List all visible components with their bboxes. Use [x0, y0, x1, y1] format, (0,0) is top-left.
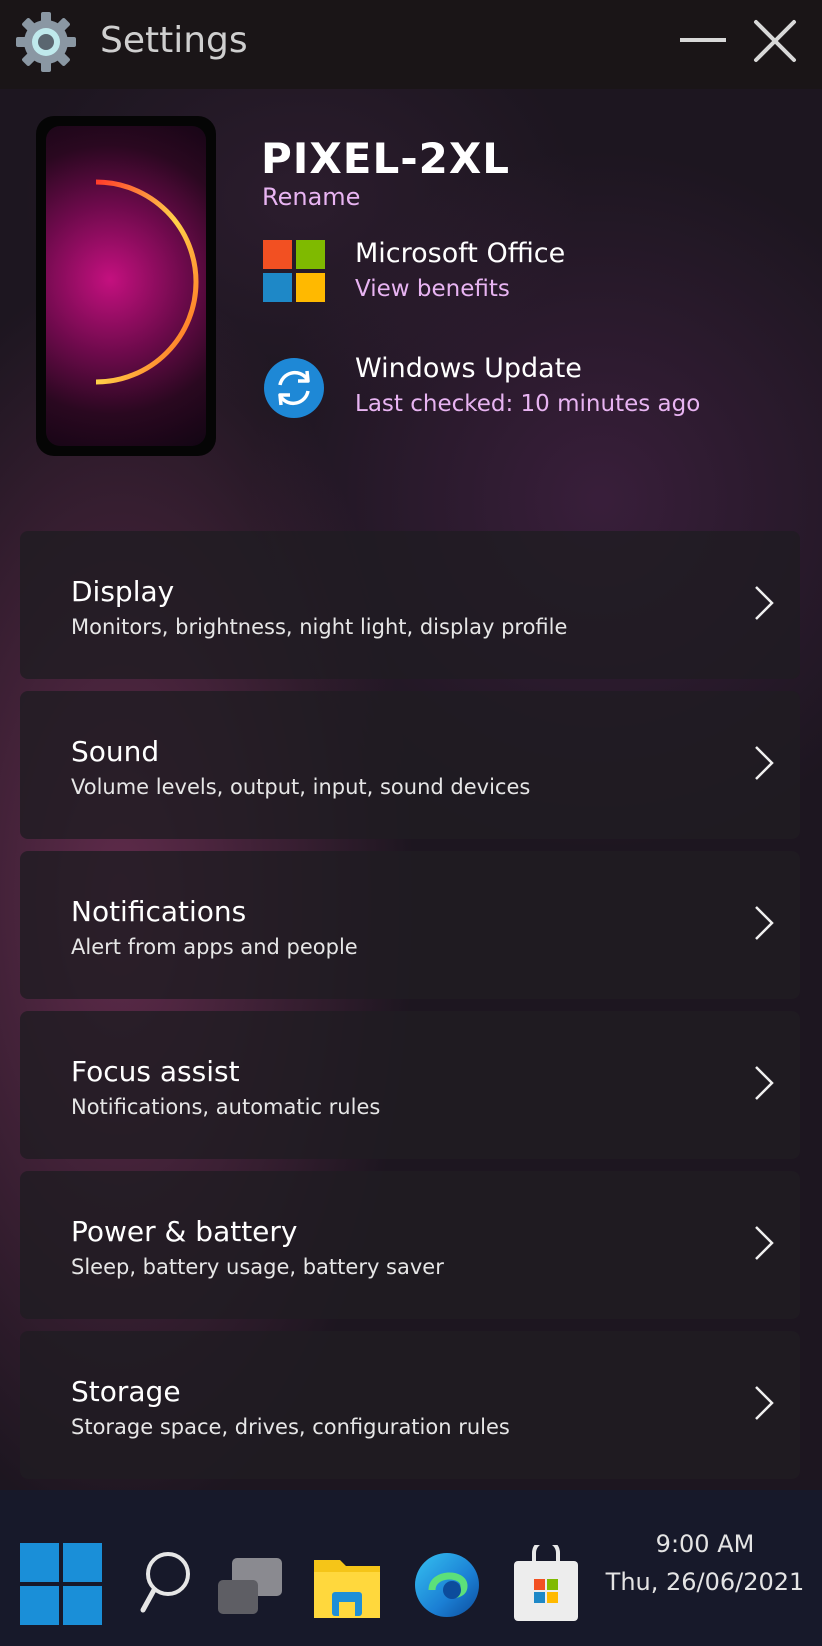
settings-item-subtitle: Monitors, brightness, night light, displ…	[71, 615, 568, 639]
minimize-button[interactable]	[680, 38, 726, 42]
settings-item-subtitle: Sleep, battery usage, battery saver	[71, 1255, 444, 1279]
device-name: PIXEL-2XL	[261, 134, 511, 183]
settings-item-subtitle: Notifications, automatic rules	[71, 1095, 381, 1119]
app-title: Settings	[100, 20, 248, 61]
chevron-right-icon	[755, 1226, 774, 1260]
rename-link[interactable]: Rename	[262, 183, 360, 211]
settings-item-title: Display	[71, 575, 175, 608]
chevron-right-icon	[755, 906, 774, 940]
settings-item-focus-assist[interactable]: Focus assist Notifications, automatic ru…	[20, 1011, 800, 1159]
store-icon[interactable]	[510, 1545, 582, 1625]
view-benefits-link[interactable]: View benefits	[355, 276, 510, 302]
windows-update-icon	[264, 358, 324, 418]
settings-item-display[interactable]: Display Monitors, brightness, night ligh…	[20, 531, 800, 679]
settings-item-sound[interactable]: Sound Volume levels, output, input, soun…	[20, 691, 800, 839]
chevron-right-icon	[755, 1386, 774, 1420]
chevron-right-icon	[755, 586, 774, 620]
device-image	[36, 116, 216, 456]
settings-item-subtitle: Alert from apps and people	[71, 935, 358, 959]
search-icon[interactable]	[138, 1550, 198, 1618]
title-bar: Settings	[0, 0, 822, 89]
close-button[interactable]	[752, 18, 798, 64]
microsoft-office-logo	[263, 240, 325, 302]
settings-item-title: Power & battery	[71, 1215, 298, 1248]
chevron-right-icon	[755, 1066, 774, 1100]
edge-icon[interactable]	[412, 1550, 482, 1620]
settings-item-title: Storage	[71, 1375, 181, 1408]
file-explorer-icon[interactable]	[312, 1552, 382, 1622]
settings-item-power-battery[interactable]: Power & battery Sleep, battery usage, ba…	[20, 1171, 800, 1319]
settings-item-subtitle: Storage space, drives, configuration rul…	[71, 1415, 510, 1439]
gear-icon	[16, 12, 76, 72]
chevron-right-icon	[755, 746, 774, 780]
settings-item-subtitle: Volume levels, output, input, sound devi…	[71, 775, 531, 799]
clock-date[interactable]: Thu, 26/06/2021	[605, 1568, 805, 1596]
device-wallpaper	[46, 126, 206, 446]
task-view-icon[interactable]	[214, 1558, 286, 1618]
settings-item-title: Focus assist	[71, 1055, 240, 1088]
settings-item-storage[interactable]: Storage Storage space, drives, configura…	[20, 1331, 800, 1479]
settings-item-title: Sound	[71, 735, 160, 768]
settings-item-title: Notifications	[71, 895, 247, 928]
settings-item-notifications[interactable]: Notifications Alert from apps and people	[20, 851, 800, 999]
windows-update-title[interactable]: Windows Update	[355, 353, 582, 384]
clock-time[interactable]: 9:00 AM	[620, 1530, 790, 1558]
start-icon[interactable]	[20, 1543, 102, 1625]
taskbar: 9:00 AM Thu, 26/06/2021	[0, 1490, 822, 1646]
windows-update-status: Last checked: 10 minutes ago	[355, 391, 701, 417]
microsoft-office-title: Microsoft Office	[355, 238, 566, 269]
